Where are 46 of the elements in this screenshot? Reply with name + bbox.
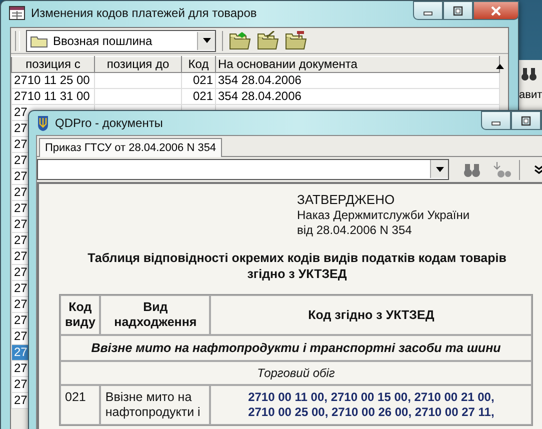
- column-header: Код згідно з УКТЗЕД: [210, 295, 532, 335]
- close-icon: [489, 6, 503, 16]
- approval-text: Наказ Держмитслужби України: [297, 208, 471, 223]
- trident-icon: [37, 115, 49, 131]
- add-folder-icon[interactable]: [229, 30, 251, 50]
- category-dropdown[interactable]: Ввозная пошлина: [26, 30, 216, 52]
- table-cell: 2710 00 11 00, 2710 00 15 00, 2710 00 21 00, 2710 00 25 00, 2710 00 26 00, 2710 00 27 11,: [210, 385, 532, 425]
- table-cell: 354 28.04.2006: [216, 88, 500, 104]
- window-title: Изменения кодов платежей для товаров: [31, 6, 257, 20]
- minimize-button[interactable]: [413, 1, 443, 20]
- double-chevron-icon[interactable]: [534, 164, 542, 174]
- maximize-button[interactable]: [443, 1, 473, 20]
- column-header: Вид надходження: [100, 295, 210, 335]
- search-dropdown[interactable]: [37, 159, 449, 180]
- column-header[interactable]: позиция с: [12, 56, 94, 72]
- column-header[interactable]: позиция до: [94, 56, 182, 72]
- minimize-button[interactable]: [481, 111, 511, 130]
- search-icon[interactable]: [463, 162, 481, 178]
- delete-folder-icon[interactable]: [285, 30, 307, 50]
- table-cell: 354 28.04.2006: [216, 72, 500, 88]
- binoculars-icon[interactable]: [521, 66, 537, 82]
- dropdown-arrow-icon: [436, 166, 444, 172]
- table-cell: 021: [60, 385, 100, 425]
- dropdown-arrow-icon: [202, 38, 210, 43]
- subsection-heading: Торговий обіг: [60, 361, 532, 385]
- scroll-up-icon[interactable]: [496, 64, 504, 69]
- folder-icon: [30, 34, 48, 48]
- table-cell: Ввізне мито на нафтопродукти і: [100, 385, 210, 425]
- document-tab[interactable]: Приказ ГТСУ от 28.04.2006 N 354: [39, 138, 222, 157]
- table-cell: 021: [182, 72, 216, 88]
- window-icon: [9, 6, 25, 20]
- table-cell: 2710 11 31 00: [12, 88, 94, 104]
- maximize-button[interactable]: [511, 111, 541, 130]
- edit-folder-icon[interactable]: [257, 30, 279, 50]
- table-cell: 021: [182, 88, 216, 104]
- approval-text: ЗАТВЕРДЖЕНО: [297, 192, 396, 208]
- approval-text: від 28.04.2006 N 354: [297, 223, 413, 238]
- section-heading: Ввізне мито на нафтопродукти і транспортні засоби та шини: [60, 335, 532, 361]
- maximize-icon: [452, 6, 464, 16]
- column-header: Код виду: [60, 295, 100, 335]
- find-next-icon[interactable]: [493, 162, 511, 178]
- column-header[interactable]: Код: [182, 56, 216, 72]
- table-cell: 2710 11 25 00: [12, 72, 94, 88]
- column-header[interactable]: На основании документа: [216, 56, 500, 72]
- maximize-icon: [520, 116, 532, 126]
- window-text: авит: [519, 89, 542, 101]
